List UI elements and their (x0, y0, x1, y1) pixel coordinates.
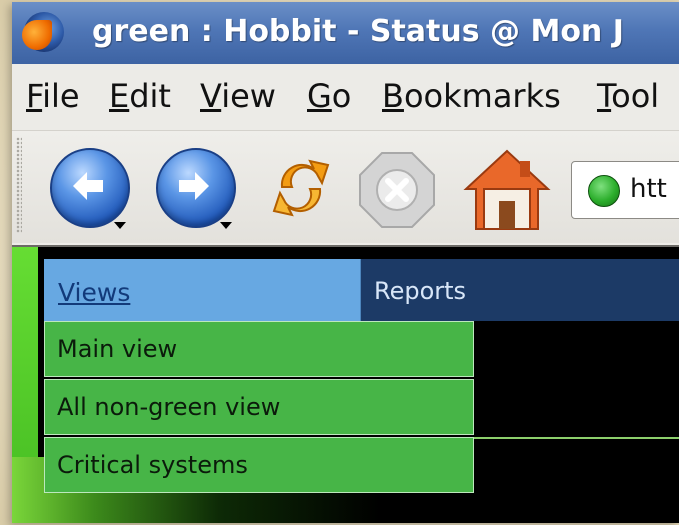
menu-bar: File Edit View Go Bookmarks Tool (12, 64, 679, 131)
home-button[interactable] (462, 145, 552, 239)
navigation-toolbar: htt (12, 131, 679, 243)
menu-edit[interactable]: Edit (109, 77, 171, 115)
menu-file[interactable]: File (26, 77, 80, 115)
forward-icon (156, 148, 236, 228)
hobbit-nav-bar: Views Reports (44, 259, 679, 321)
back-dropdown-icon[interactable] (114, 222, 126, 229)
dropdown-item-label: Main view (57, 335, 178, 363)
title-bar: green : Hobbit - Status @ Mon J (12, 2, 679, 64)
nav-reports-tab[interactable]: Reports (374, 277, 466, 305)
views-dropdown-menu: Main view All non-green view Critical sy… (44, 321, 474, 495)
nav-views-label[interactable]: Views (58, 278, 130, 307)
browser-window: green : Hobbit - Status @ Mon J File Edi… (12, 2, 679, 523)
menu-view[interactable]: View (200, 77, 276, 115)
stop-button[interactable] (356, 149, 438, 235)
menu-tools[interactable]: Tool (597, 77, 659, 115)
firefox-icon (22, 12, 64, 52)
stop-icon (359, 152, 435, 228)
dropdown-item-critical-systems[interactable]: Critical systems (44, 437, 474, 493)
home-icon (463, 149, 551, 230)
site-status-smiley-icon (588, 175, 620, 207)
menu-go[interactable]: Go (307, 77, 351, 115)
menu-bookmarks[interactable]: Bookmarks (382, 77, 561, 115)
window-title: green : Hobbit - Status @ Mon J (92, 14, 624, 49)
url-text[interactable]: htt (630, 174, 667, 204)
nav-views-tab[interactable]: Views (44, 259, 361, 321)
reload-icon (272, 159, 330, 217)
reload-button[interactable] (262, 149, 340, 231)
url-bar[interactable]: htt (571, 161, 679, 219)
dropdown-item-label: Critical systems (57, 451, 248, 479)
dropdown-item-non-green-view[interactable]: All non-green view (44, 379, 474, 435)
divider-line (474, 437, 679, 439)
back-button[interactable] (50, 148, 130, 229)
forward-button[interactable] (156, 148, 236, 229)
dropdown-item-label: All non-green view (57, 393, 281, 421)
back-icon (50, 148, 130, 228)
toolbar-grip[interactable] (16, 137, 22, 233)
forward-dropdown-icon[interactable] (220, 222, 232, 229)
dropdown-item-main-view[interactable]: Main view (44, 321, 474, 377)
page-content: Views Reports Main view All non-green vi… (12, 245, 679, 523)
